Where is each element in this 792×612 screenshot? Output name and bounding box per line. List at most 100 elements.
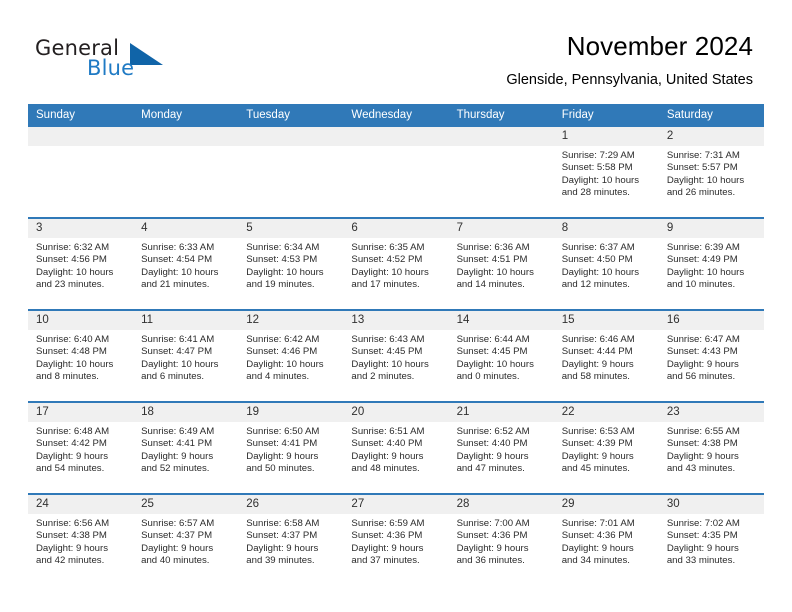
day-details: Sunrise: 6:57 AM Sunset: 4:37 PM Daylight:… — [133, 514, 238, 568]
calendar-day-cell[interactable]: 14 Sunrise: 6:44 AM Sunset: 4:45 PM Dayligh… — [448, 309, 554, 402]
sunset-time: Sunset: 4:44 PM — [561, 346, 633, 358]
day-cell-inner — [133, 127, 239, 217]
daylight-duration-line2: and 23 minutes. — [36, 279, 105, 291]
sunset-time: Sunset: 4:46 PM — [246, 346, 318, 358]
day-cell-inner: 25 Sunrise: 6:57 AM Sunset: 4:37 PM Dayligh… — [133, 495, 239, 585]
daylight-duration-line1: Daylight: 10 hours — [666, 174, 745, 186]
page-title: November 2024 — [566, 31, 753, 61]
day-number: 9 — [658, 219, 764, 238]
day-number — [133, 127, 239, 146]
calendar-day-cell[interactable]: 4 Sunrise: 6:33 AM Sunset: 4:54 PM Daylight… — [133, 217, 239, 310]
day-number — [343, 127, 449, 146]
day-number: 6 — [343, 219, 449, 238]
day-cell-inner — [28, 127, 134, 217]
daylight-duration-line1: Daylight: 10 hours — [351, 358, 429, 370]
daylight-duration-line1: Daylight: 10 hours — [456, 358, 534, 370]
calendar-day-cell[interactable]: 28 Sunrise: 7:00 AM Sunset: 4:36 PM Dayligh… — [448, 493, 554, 585]
calendar-day-cell[interactable]: 7 Sunrise: 6:36 AM Sunset: 4:51 PM Daylight… — [448, 217, 554, 310]
calendar-day-cell[interactable]: 24 Sunrise: 6:56 AM Sunset: 4:38 PM Dayligh… — [28, 493, 134, 585]
daylight-duration-line1: Daylight: 9 hours — [246, 450, 319, 462]
daylight-duration-line1: Daylight: 10 hours — [351, 266, 429, 278]
day-cell-inner: 15 Sunrise: 6:46 AM Sunset: 4:44 PM Dayligh… — [553, 311, 659, 401]
day-details: Sunrise: 6:51 AM Sunset: 4:40 PM Daylight:… — [343, 422, 448, 476]
calendar-week-row: 24 Sunrise: 6:56 AM Sunset: 4:38 PM Dayligh… — [28, 493, 764, 585]
daylight-duration-line2: and 0 minutes. — [456, 371, 520, 383]
calendar-day-cell[interactable]: 3 Sunrise: 6:32 AM Sunset: 4:56 PM Daylight… — [28, 217, 134, 310]
calendar-day-cell-empty — [343, 127, 449, 218]
calendar-day-cell[interactable]: 20 Sunrise: 6:51 AM Sunset: 4:40 PM Dayligh… — [343, 401, 449, 494]
calendar-day-cell[interactable]: 16 Sunrise: 6:47 AM Sunset: 4:43 PM Dayligh… — [658, 309, 764, 402]
daylight-duration-line2: and 40 minutes. — [141, 555, 210, 567]
sunrise-time: Sunrise: 6:58 AM — [246, 518, 320, 529]
sunrise-time: Sunrise: 6:51 AM — [351, 426, 425, 437]
day-number: 20 — [343, 403, 449, 422]
day-details: Sunrise: 6:47 AM Sunset: 4:43 PM Daylight:… — [659, 330, 764, 384]
day-number: 8 — [553, 219, 659, 238]
day-details: Sunrise: 7:29 AM Sunset: 5:58 PM Daylight:… — [554, 146, 659, 200]
calendar-day-cell[interactable]: 15 Sunrise: 6:46 AM Sunset: 4:44 PM Dayligh… — [553, 309, 659, 402]
calendar-day-cell[interactable]: 8 Sunrise: 6:37 AM Sunset: 4:50 PM Daylight… — [553, 217, 659, 310]
calendar-day-cell[interactable]: 30 Sunrise: 7:02 AM Sunset: 4:35 PM Dayligh… — [658, 493, 764, 585]
day-cell-inner: 10 Sunrise: 6:40 AM Sunset: 4:48 PM Dayligh… — [28, 311, 134, 401]
daylight-duration-line2: and 6 minutes. — [141, 371, 205, 383]
daylight-duration-line1: Daylight: 10 hours — [561, 174, 640, 186]
sunset-time: Sunset: 4:36 PM — [351, 530, 423, 542]
calendar-day-cell[interactable]: 6 Sunrise: 6:35 AM Sunset: 4:52 PM Daylight… — [343, 217, 449, 310]
calendar-day-cell[interactable]: 17 Sunrise: 6:48 AM Sunset: 4:42 PM Dayligh… — [28, 401, 134, 494]
day-cell-inner: 17 Sunrise: 6:48 AM Sunset: 4:42 PM Dayligh… — [28, 403, 134, 493]
calendar-day-cell[interactable]: 11 Sunrise: 6:41 AM Sunset: 4:47 PM Dayligh… — [133, 309, 239, 402]
sunrise-time: Sunrise: 7:29 AM — [561, 150, 635, 161]
day-cell-inner — [343, 127, 449, 217]
day-number: 1 — [553, 127, 659, 146]
daylight-duration-line1: Daylight: 9 hours — [456, 450, 529, 462]
calendar-day-cell[interactable]: 26 Sunrise: 6:58 AM Sunset: 4:37 PM Dayligh… — [238, 493, 344, 585]
weekday-header-tuesday: Tuesday — [238, 104, 344, 127]
day-details: Sunrise: 7:31 AM Sunset: 5:57 PM Daylight:… — [659, 146, 764, 200]
sunset-time: Sunset: 4:50 PM — [561, 254, 633, 266]
calendar-day-cell[interactable]: 29 Sunrise: 7:01 AM Sunset: 4:36 PM Dayligh… — [553, 493, 659, 585]
day-details: Sunrise: 6:36 AM Sunset: 4:51 PM Daylight:… — [449, 238, 554, 292]
calendar-day-cell[interactable]: 12 Sunrise: 6:42 AM Sunset: 4:46 PM Dayligh… — [238, 309, 344, 402]
daylight-duration-line2: and 19 minutes. — [246, 279, 315, 291]
daylight-duration-line1: Daylight: 9 hours — [666, 450, 739, 462]
calendar-day-cell[interactable]: 1 Sunrise: 7:29 AM Sunset: 5:58 PM Daylight… — [553, 127, 659, 218]
day-cell-inner: 18 Sunrise: 6:49 AM Sunset: 4:41 PM Dayligh… — [133, 403, 239, 493]
sunset-time: Sunset: 4:45 PM — [351, 346, 423, 358]
day-number: 11 — [133, 311, 239, 330]
calendar-day-cell[interactable]: 18 Sunrise: 6:49 AM Sunset: 4:41 PM Dayligh… — [133, 401, 239, 494]
day-number: 29 — [553, 495, 659, 514]
daylight-duration-line2: and 21 minutes. — [141, 279, 210, 291]
calendar-day-cell[interactable]: 25 Sunrise: 6:57 AM Sunset: 4:37 PM Dayligh… — [133, 493, 239, 585]
day-cell-inner: 22 Sunrise: 6:53 AM Sunset: 4:39 PM Dayligh… — [553, 403, 659, 493]
calendar-day-cell[interactable]: 10 Sunrise: 6:40 AM Sunset: 4:48 PM Dayligh… — [28, 309, 134, 402]
calendar-day-cell[interactable]: 13 Sunrise: 6:43 AM Sunset: 4:45 PM Dayligh… — [343, 309, 449, 402]
day-details: Sunrise: 7:00 AM Sunset: 4:36 PM Daylight:… — [449, 514, 554, 568]
calendar-day-cell[interactable]: 23 Sunrise: 6:55 AM Sunset: 4:38 PM Dayligh… — [658, 401, 764, 494]
calendar-day-cell[interactable]: 27 Sunrise: 6:59 AM Sunset: 4:36 PM Dayligh… — [343, 493, 449, 585]
calendar-day-cell[interactable]: 21 Sunrise: 6:52 AM Sunset: 4:40 PM Dayligh… — [448, 401, 554, 494]
day-details: Sunrise: 6:44 AM Sunset: 4:45 PM Daylight:… — [449, 330, 554, 384]
day-number: 15 — [553, 311, 659, 330]
day-details: Sunrise: 6:59 AM Sunset: 4:36 PM Daylight:… — [343, 514, 448, 568]
day-details: Sunrise: 6:35 AM Sunset: 4:52 PM Daylight:… — [343, 238, 448, 292]
day-number: 17 — [28, 403, 134, 422]
day-details: Sunrise: 6:53 AM Sunset: 4:39 PM Daylight:… — [554, 422, 659, 476]
day-details: Sunrise: 6:32 AM Sunset: 4:56 PM Daylight:… — [28, 238, 133, 292]
calendar-day-cell[interactable]: 22 Sunrise: 6:53 AM Sunset: 4:39 PM Dayligh… — [553, 401, 659, 494]
calendar-day-cell[interactable]: 5 Sunrise: 6:34 AM Sunset: 4:53 PM Daylight… — [238, 217, 344, 310]
sunrise-time: Sunrise: 6:44 AM — [456, 334, 530, 345]
sunset-time: Sunset: 4:56 PM — [36, 254, 107, 266]
calendar-day-cell[interactable]: 9 Sunrise: 6:39 AM Sunset: 4:49 PM Daylight… — [658, 217, 764, 310]
day-cell-inner: 30 Sunrise: 7:02 AM Sunset: 4:35 PM Dayligh… — [658, 495, 764, 585]
calendar-day-cell[interactable]: 19 Sunrise: 6:50 AM Sunset: 4:41 PM Dayligh… — [238, 401, 344, 494]
sunrise-time: Sunrise: 7:02 AM — [666, 518, 740, 529]
sunrise-time: Sunrise: 6:34 AM — [246, 242, 320, 253]
general-blue-logo[interactable]: General Blue — [35, 36, 215, 92]
day-details: Sunrise: 6:50 AM Sunset: 4:41 PM Daylight:… — [238, 422, 343, 476]
sunrise-time: Sunrise: 6:47 AM — [666, 334, 740, 345]
daylight-duration-line2: and 54 minutes. — [36, 463, 105, 475]
sunset-time: Sunset: 5:58 PM — [561, 162, 633, 174]
calendar-day-cell[interactable]: 2 Sunrise: 7:31 AM Sunset: 5:57 PM Daylight… — [658, 127, 764, 218]
day-number: 12 — [238, 311, 344, 330]
daylight-duration-line2: and 58 minutes. — [561, 371, 630, 383]
